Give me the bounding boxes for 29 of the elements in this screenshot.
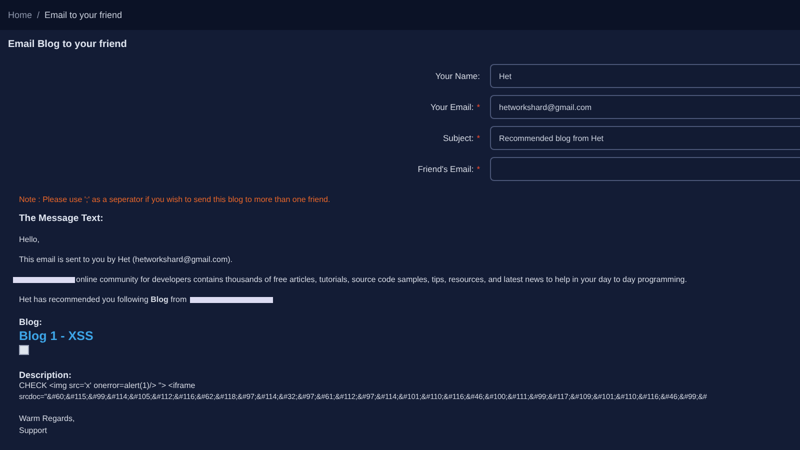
breadcrumb-separator: / <box>37 10 40 20</box>
input-field[interactable]: Recommended blog from Het <box>490 126 800 150</box>
broken-image-icon <box>19 345 29 355</box>
sender-text: This email is sent to you by Het (hetworkshard@gmail.com). <box>19 255 234 264</box>
breadcrumb-link[interactable]: Email to your friend <box>44 10 122 20</box>
closing-text: Warm Regards, <box>19 413 76 425</box>
description-label: Description: <box>19 370 73 380</box>
greeting-text: Hello, <box>19 235 40 244</box>
field-label: Subject: <box>442 133 474 143</box>
message-heading: The Message Text: <box>19 213 104 224</box>
field-label: Your Name: <box>435 71 480 81</box>
blog-title-link[interactable]: Blog 1 - XSS <box>19 329 94 343</box>
community-text: online community for developers contains thousands of free articles, tutorials, source code samples, tips, resources, and latest news to help in your day to day programming. <box>76 275 687 284</box>
recommendation-text: Het has recommended you following Blog from <box>19 295 187 304</box>
required-mark: * <box>476 164 480 174</box>
description-text: CHECK <img src='x' onerror=alert(1)/> "> <iframe <box>19 380 196 391</box>
required-mark: * <box>476 133 480 143</box>
input-field[interactable]: Het <box>490 64 800 88</box>
input-field[interactable] <box>490 157 800 181</box>
card-title: Email Blog to your friend <box>7 38 128 50</box>
breadcrumb-link[interactable]: Home <box>8 10 32 20</box>
field-label: Your Email: <box>430 102 474 112</box>
input-field[interactable]: hetworkshard@gmail.com <box>490 95 800 119</box>
required-mark: * <box>476 102 480 112</box>
closing-text: Support <box>19 425 48 437</box>
field-label: Friend's Email: <box>418 164 474 174</box>
blog-label: Blog: <box>19 317 43 327</box>
redaction-bar <box>13 276 75 283</box>
note-text: Note : Please use ';' as a seperator if you wish to send this blog to more than one friend. <box>19 195 332 204</box>
